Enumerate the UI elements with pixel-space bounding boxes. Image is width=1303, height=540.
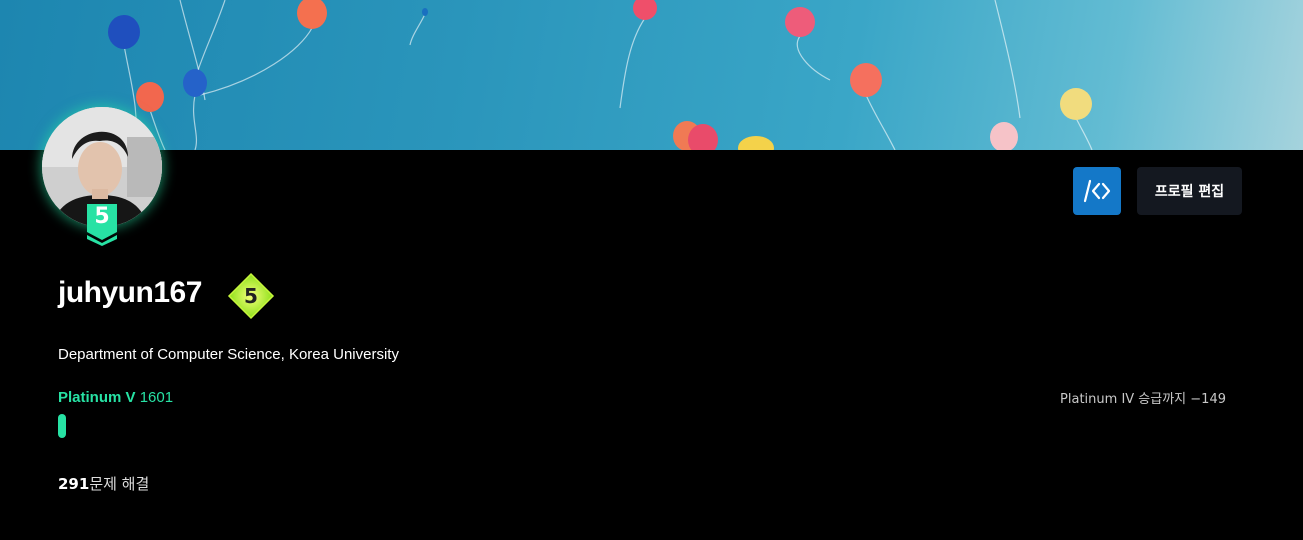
profile-bio: Department of Computer Science, Korea Un… — [58, 346, 399, 363]
balloons-background-image — [108, 0, 1093, 150]
rating-progress-fill — [58, 414, 66, 438]
rating-value: 1601 — [139, 389, 174, 406]
tier-rating: Platinum V 1601 — [58, 389, 173, 406]
solved-count-label: 문제 해결 — [89, 475, 150, 493]
tier-badge-icon: 5 — [85, 202, 119, 246]
tier-badge-number: 5 — [94, 204, 110, 229]
class-badge-number: 5 — [244, 284, 258, 308]
tier-name: Platinum V — [58, 389, 136, 406]
solved-count: 291문제 해결 — [58, 473, 149, 494]
profile-avatar[interactable]: 5 — [42, 107, 162, 246]
code-brackets-icon — [1083, 179, 1111, 203]
next-tier-progress-text: Platinum IV 승급까지 −149 — [1060, 392, 1226, 407]
rating-progress-bar — [58, 414, 1226, 438]
profile-banner — [0, 0, 1303, 150]
solved-count-number: 291 — [58, 475, 90, 493]
username: juhyun167 — [58, 276, 202, 309]
solvedac-link-button[interactable] — [1073, 167, 1121, 215]
edit-profile-button[interactable]: 프로필 편집 — [1137, 167, 1242, 215]
